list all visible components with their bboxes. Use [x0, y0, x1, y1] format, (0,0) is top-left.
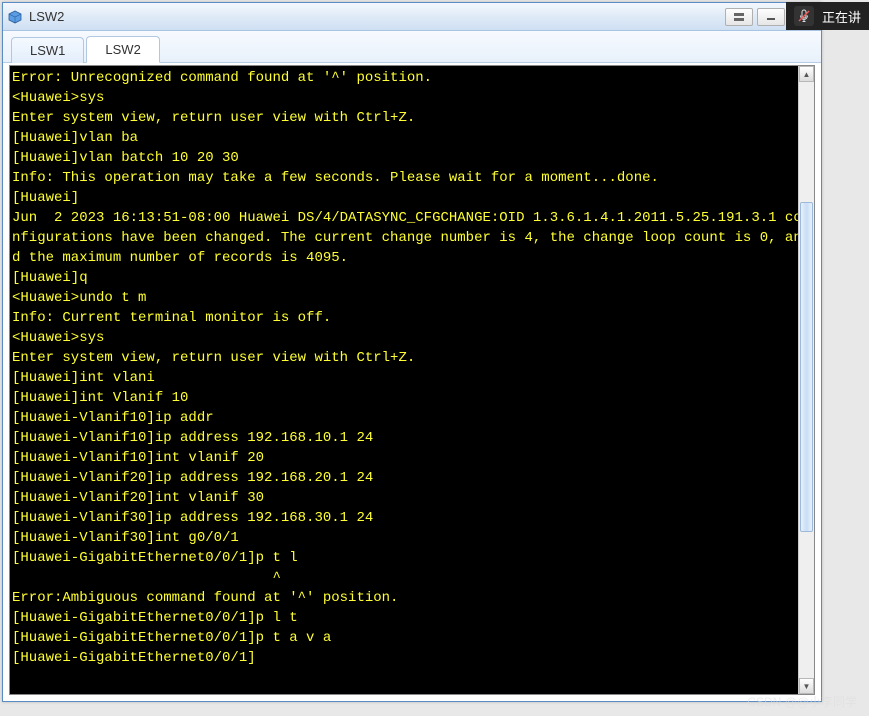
- terminal-line: [Huawei-GigabitEthernet0/0/1]p l t: [12, 608, 810, 628]
- terminal-line: [Huawei-GigabitEthernet0/0/1]p t l: [12, 548, 810, 568]
- scroll-up-button[interactable]: ▲: [799, 66, 814, 82]
- terminal-line: [Huawei-Vlanif10]ip address 192.168.10.1…: [12, 428, 810, 448]
- window-button-collapse[interactable]: [725, 8, 753, 26]
- tab-lsw2[interactable]: LSW2: [86, 36, 159, 63]
- scroll-down-button[interactable]: ▼: [799, 678, 814, 694]
- terminal-line: <Huawei>undo t m: [12, 288, 810, 308]
- terminal-line: [Huawei]: [12, 188, 810, 208]
- terminal-line: Enter system view, return user view with…: [12, 348, 810, 368]
- terminal-line: Info: Current terminal monitor is off.: [12, 308, 810, 328]
- terminal-line: [Huawei-Vlanif10]ip addr: [12, 408, 810, 428]
- terminal-line: ^: [12, 568, 810, 588]
- titlebar: LSW2: [3, 3, 821, 31]
- terminal-line: [Huawei-Vlanif30]ip address 192.168.30.1…: [12, 508, 810, 528]
- terminal-line: [Huawei]int Vlanif 10: [12, 388, 810, 408]
- terminal-output[interactable]: Error: Unrecognized command found at '^'…: [10, 66, 814, 694]
- terminal-line: <Huawei>sys: [12, 88, 810, 108]
- terminal-line: Error:Ambiguous command found at '^' pos…: [12, 588, 810, 608]
- recording-overlay: 正在讲: [786, 2, 869, 30]
- tab-lsw1[interactable]: LSW1: [11, 37, 84, 63]
- terminal-line: [Huawei]vlan ba: [12, 128, 810, 148]
- scrollbar[interactable]: ▲ ▼: [798, 66, 814, 694]
- terminal-line: <Huawei>sys: [12, 328, 810, 348]
- terminal-line: [Huawei]vlan batch 10 20 30: [12, 148, 810, 168]
- terminal-line: Info: This operation may take a few seco…: [12, 168, 810, 188]
- terminal-line: [Huawei-GigabitEthernet0/0/1]p t a v a: [12, 628, 810, 648]
- window-title: LSW2: [29, 9, 725, 24]
- app-window: LSW2 LSW1 LSW2 Error: Unrecognized comma…: [2, 2, 822, 702]
- terminal-line: [Huawei-Vlanif20]ip address 192.168.20.1…: [12, 468, 810, 488]
- scroll-track[interactable]: [799, 82, 814, 678]
- terminal-panel: Error: Unrecognized command found at '^'…: [9, 65, 815, 695]
- terminal-line: [Huawei]q: [12, 268, 810, 288]
- terminal-line: [Huawei]int vlani: [12, 368, 810, 388]
- terminal-line: [Huawei-GigabitEthernet0/0/1]: [12, 648, 810, 668]
- scroll-thumb[interactable]: [800, 202, 813, 532]
- terminal-line: Enter system view, return user view with…: [12, 108, 810, 128]
- terminal-line: Jun 2 2023 16:13:51-08:00 Huawei DS/4/DA…: [12, 208, 810, 268]
- terminal-line: [Huawei-Vlanif10]int vlanif 20: [12, 448, 810, 468]
- terminal-line: [Huawei-Vlanif20]int vlanif 30: [12, 488, 810, 508]
- app-icon: [7, 9, 23, 25]
- minimize-button[interactable]: [757, 8, 785, 26]
- terminal-line: Error: Unrecognized command found at '^'…: [12, 68, 810, 88]
- terminal-line: [Huawei-Vlanif30]int g0/0/1: [12, 528, 810, 548]
- tabstrip: LSW1 LSW2: [3, 31, 821, 63]
- mic-muted-icon[interactable]: [794, 6, 814, 26]
- recording-label: 正在讲: [822, 7, 861, 26]
